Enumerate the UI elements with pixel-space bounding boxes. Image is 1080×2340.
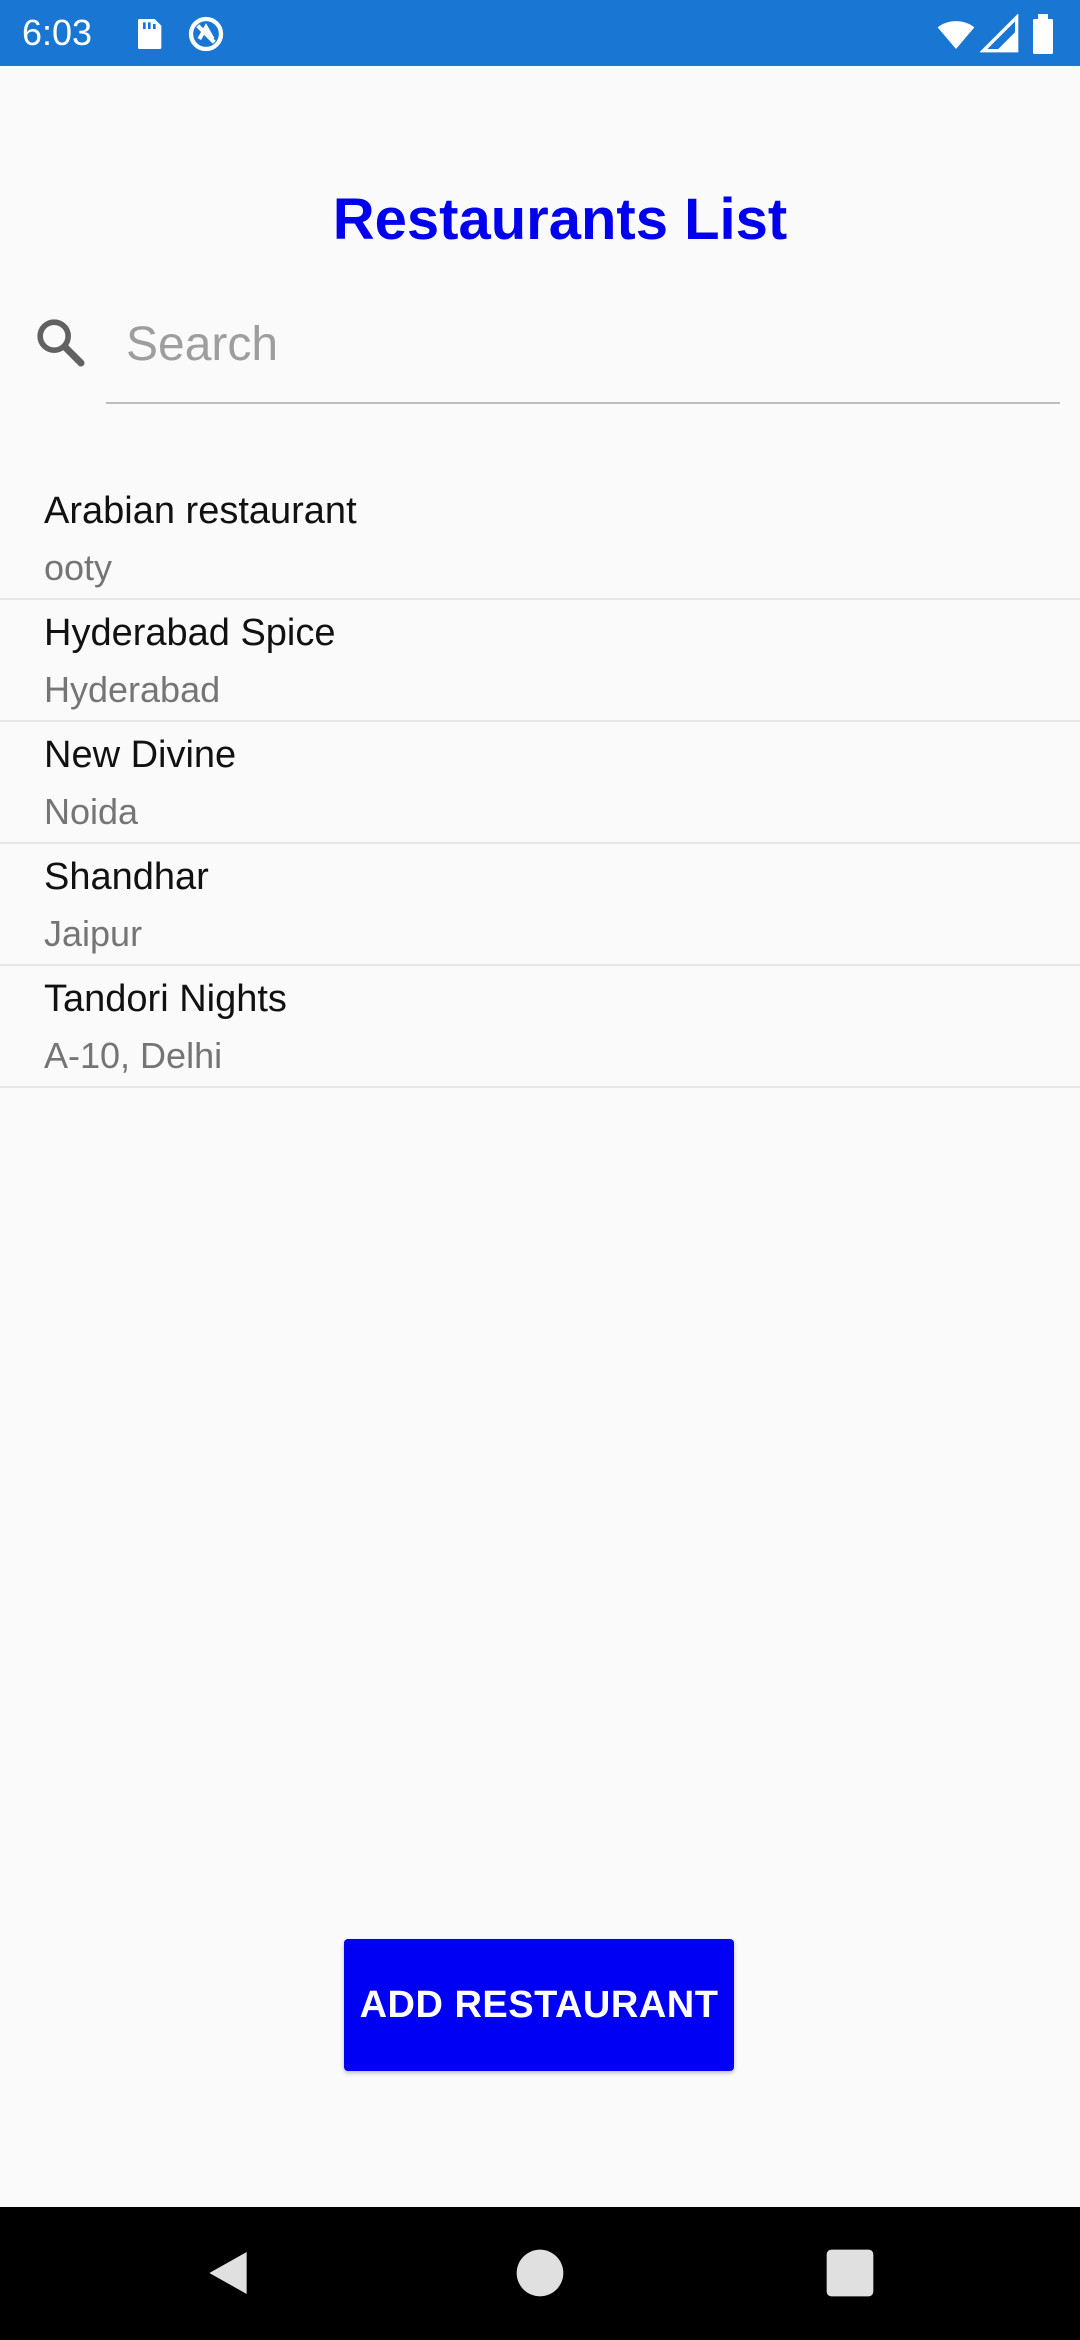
restaurant-name: Hyderabad Spice <box>44 612 336 654</box>
restaurant-location: Hyderabad <box>44 669 221 710</box>
sd-card-icon <box>128 14 168 54</box>
restaurant-location: Noida <box>44 791 139 832</box>
home-icon[interactable] <box>512 2245 568 2301</box>
search-icon <box>32 314 88 370</box>
search-input[interactable] <box>106 304 1056 384</box>
restaurant-list: Arabian restaurant ooty Hyderabad Spice … <box>0 478 1080 1088</box>
page-title: Restaurants List <box>332 187 788 252</box>
restaurant-name: New Divine <box>44 734 237 776</box>
battery-icon <box>1028 14 1058 54</box>
sync-icon <box>186 14 226 54</box>
status-bar: 6:03 <box>0 0 1080 66</box>
restaurant-location: ooty <box>44 547 113 588</box>
restaurant-name: Tandori Nights <box>44 978 287 1020</box>
search-bar <box>0 300 1080 410</box>
restaurant-location: A-10, Delhi <box>44 1035 223 1076</box>
restaurant-name: Arabian restaurant <box>44 490 357 532</box>
search-underline <box>106 402 1060 404</box>
restaurant-item[interactable]: Arabian restaurant ooty <box>0 478 1080 600</box>
restaurant-item[interactable]: Tandori Nights A-10, Delhi <box>0 966 1080 1088</box>
wifi-icon <box>936 14 976 54</box>
recents-icon[interactable] <box>822 2245 878 2301</box>
signal-icon <box>980 14 1020 54</box>
restaurant-item[interactable]: Shandhar Jaipur <box>0 844 1080 966</box>
add-restaurant-button[interactable]: ADD RESTAURANT <box>344 1939 734 2071</box>
restaurant-item[interactable]: Hyderabad Spice Hyderabad <box>0 600 1080 722</box>
restaurant-location: Jaipur <box>44 913 143 954</box>
restaurant-item[interactable]: New Divine Noida <box>0 722 1080 844</box>
app-screen: 6:03 Restaurants List Arabian restaurant… <box>0 0 1080 2340</box>
back-icon[interactable] <box>200 2245 256 2301</box>
status-time: 6:03 <box>22 12 93 53</box>
system-nav-bar <box>0 2207 1080 2340</box>
restaurant-name: Shandhar <box>44 856 209 898</box>
